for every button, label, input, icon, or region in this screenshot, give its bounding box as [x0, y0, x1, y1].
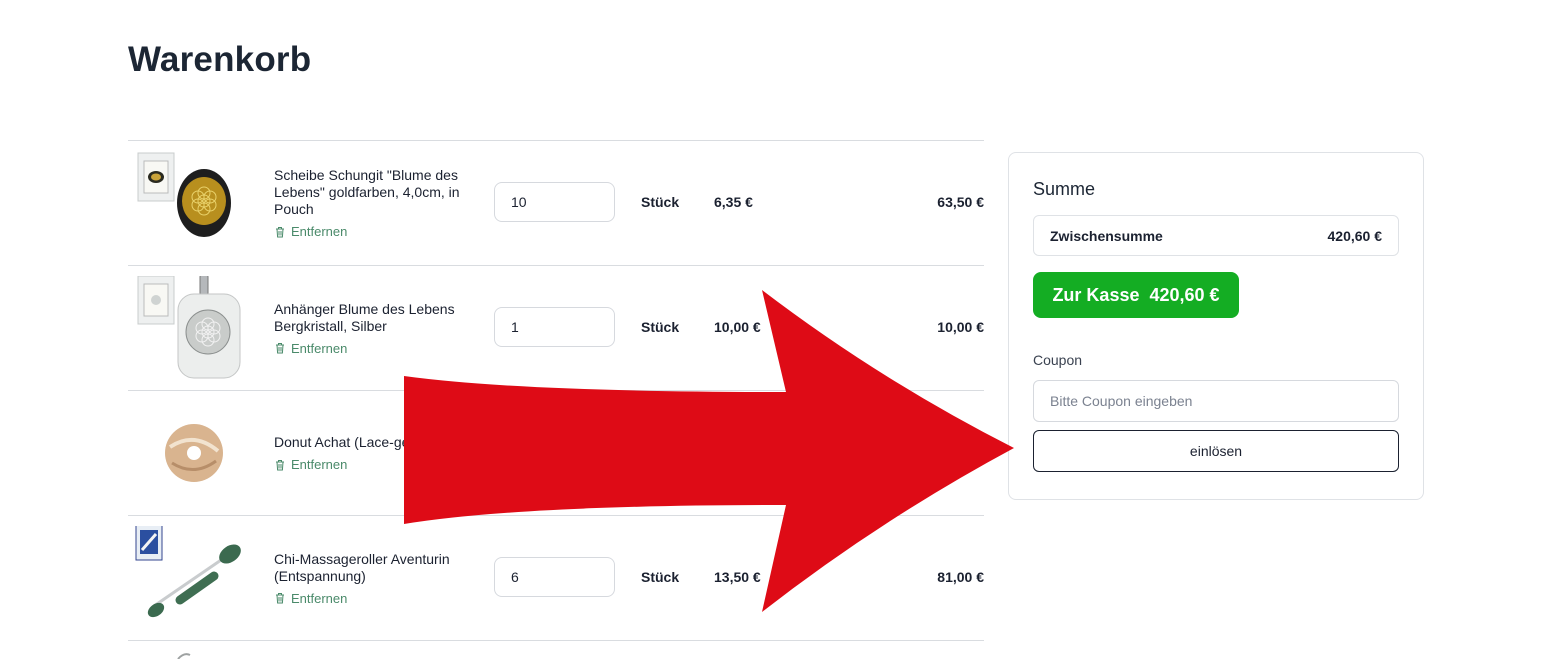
- item-info: Donut Achat (Lace-gelb), 30mm Entfernen: [274, 391, 474, 515]
- unit-label: Stück: [641, 569, 680, 585]
- line-total: 63,50 €: [937, 194, 984, 210]
- redeem-coupon-button[interactable]: einlösen: [1033, 430, 1399, 472]
- line-total: 81,00 €: [937, 569, 984, 585]
- remove-item-link[interactable]: Entfernen: [274, 457, 474, 472]
- checkout-total: 420,60 €: [1149, 284, 1220, 305]
- coupon-label: Coupon: [1033, 352, 1083, 368]
- item-info: Scheibe Schungit "Blume des Lebens" gold…: [274, 141, 474, 265]
- trash-icon: [276, 343, 284, 354]
- remove-item-link[interactable]: Entfernen: [274, 224, 474, 239]
- quantity-input[interactable]: [494, 307, 615, 347]
- unit-label: Stück: [641, 319, 680, 335]
- cart-row: Donut Achat (Lace-gelb), 30mm Entfernen: [128, 390, 984, 515]
- subtotal-label: Zwischensumme: [1050, 227, 1163, 244]
- product-image[interactable]: [134, 151, 246, 255]
- product-name-link[interactable]: Scheibe Schungit "Blume des Lebens" gold…: [274, 167, 474, 218]
- item-info: Chi-Massageroller Aventurin (Entspannung…: [274, 516, 474, 640]
- checkout-label: Zur Kasse: [1052, 284, 1140, 305]
- trash-icon: [276, 226, 284, 237]
- remove-label: Entfernen: [291, 590, 348, 606]
- item-info: Anhänger Blume des Lebens Bergkristall, …: [274, 266, 474, 390]
- cart-row: Anhänger Blume des Lebens Bergkristall, …: [128, 265, 984, 390]
- unit-price: 13,50 €: [714, 569, 761, 585]
- cart-row: Chi-Massageroller Aventurin (Entspannung…: [128, 515, 984, 641]
- cart-row: Scheibe Schungit "Blume des Lebens" gold…: [128, 140, 984, 265]
- unit-label: Stück: [641, 194, 680, 210]
- trash-icon: [276, 593, 284, 604]
- line-total: 10,00 €: [937, 319, 984, 335]
- product-image[interactable]: [134, 401, 246, 505]
- quantity-input[interactable]: [494, 182, 615, 222]
- unit-price: 10,00 €: [714, 319, 761, 335]
- unit-price: 6,35 €: [714, 194, 753, 210]
- remove-label: Entfernen: [291, 340, 348, 356]
- trash-icon: [276, 459, 284, 470]
- product-name-link[interactable]: Chi-Massageroller Aventurin (Entspannung…: [274, 551, 474, 585]
- subtotal-value: 420,60 €: [1327, 227, 1383, 244]
- coupon-input[interactable]: [1033, 380, 1399, 422]
- page-title: Warenkorb: [128, 40, 312, 79]
- product-name-link[interactable]: Anhänger Blume des Lebens Bergkristall, …: [274, 301, 474, 335]
- partial-product-image: [177, 653, 191, 659]
- checkout-button[interactable]: Zur Kasse 420,60 €: [1033, 272, 1239, 318]
- remove-item-link[interactable]: Entfernen: [274, 591, 474, 606]
- product-image[interactable]: [134, 526, 246, 630]
- remove-label: Entfernen: [291, 457, 348, 472]
- remove-label: Entfernen: [291, 224, 348, 239]
- product-image[interactable]: [134, 276, 246, 380]
- order-summary-panel: Summe Zwischensumme 420,60 € Zur Kasse 4…: [1008, 152, 1424, 500]
- remove-item-link[interactable]: Entfernen: [274, 341, 474, 356]
- product-name-link[interactable]: Donut Achat (Lace-gelb), 30mm: [274, 434, 474, 451]
- quantity-input[interactable]: [494, 557, 615, 597]
- summary-title: Summe: [1033, 179, 1096, 199]
- cart-list: Scheibe Schungit "Blume des Lebens" gold…: [128, 140, 984, 641]
- subtotal-row: Zwischensumme 420,60 €: [1033, 215, 1399, 256]
